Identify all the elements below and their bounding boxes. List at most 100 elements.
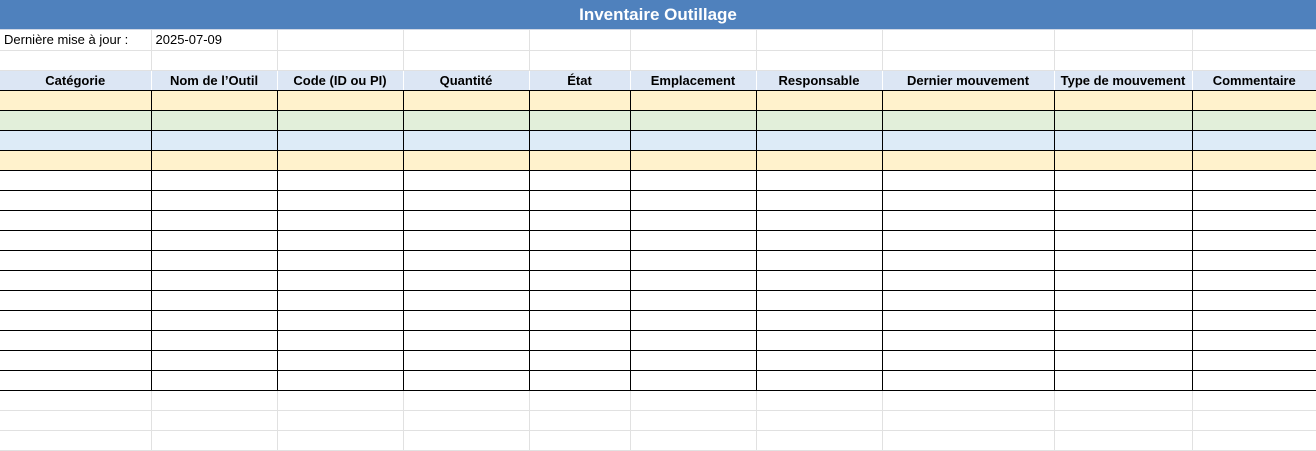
cell[interactable] <box>630 350 757 371</box>
cell[interactable] <box>151 410 278 431</box>
cell[interactable] <box>1054 250 1193 271</box>
column-header-commentaire[interactable]: Commentaire <box>1192 70 1316 91</box>
cell[interactable] <box>529 310 631 331</box>
cell[interactable] <box>756 350 883 371</box>
cell[interactable] <box>882 390 1055 411</box>
cell[interactable] <box>403 390 530 411</box>
cell[interactable] <box>630 430 757 451</box>
cell[interactable] <box>1054 410 1193 431</box>
cell[interactable] <box>0 330 152 351</box>
cell[interactable] <box>630 150 757 171</box>
cell[interactable] <box>403 210 530 231</box>
column-header-dernier-mouvement[interactable]: Dernier mouvement <box>882 70 1055 91</box>
column-header-code[interactable]: Code (ID ou PI) <box>277 70 404 91</box>
cell[interactable] <box>630 190 757 211</box>
cell[interactable] <box>277 230 404 251</box>
cell[interactable] <box>882 270 1055 291</box>
cell[interactable] <box>403 170 530 191</box>
cell[interactable] <box>277 190 404 211</box>
cell[interactable] <box>403 30 530 51</box>
cell[interactable] <box>882 410 1055 431</box>
cell[interactable] <box>529 230 631 251</box>
cell[interactable] <box>277 370 404 391</box>
cell[interactable] <box>0 250 152 271</box>
cell[interactable] <box>403 430 530 451</box>
cell[interactable] <box>403 190 530 211</box>
cell[interactable] <box>756 390 883 411</box>
cell[interactable] <box>277 250 404 271</box>
cell[interactable] <box>1054 290 1193 311</box>
cell[interactable] <box>277 90 404 111</box>
cell[interactable] <box>403 90 530 111</box>
cell[interactable] <box>277 30 404 51</box>
cell[interactable] <box>277 430 404 451</box>
cell[interactable] <box>756 210 883 231</box>
cell[interactable] <box>630 50 757 71</box>
cell[interactable] <box>0 410 152 431</box>
cell[interactable] <box>882 370 1055 391</box>
cell[interactable] <box>151 370 278 391</box>
cell[interactable] <box>756 110 883 131</box>
cell[interactable] <box>0 430 152 451</box>
cell[interactable] <box>277 130 404 151</box>
cell[interactable] <box>403 150 530 171</box>
cell[interactable] <box>1054 330 1193 351</box>
cell[interactable] <box>403 290 530 311</box>
cell[interactable] <box>277 350 404 371</box>
cell[interactable] <box>630 210 757 231</box>
cell[interactable] <box>0 190 152 211</box>
cell[interactable] <box>756 170 883 191</box>
cell[interactable] <box>277 170 404 191</box>
cell[interactable] <box>630 110 757 131</box>
cell[interactable] <box>151 250 278 271</box>
cell[interactable] <box>1054 190 1193 211</box>
cell[interactable] <box>151 330 278 351</box>
cell[interactable] <box>151 50 278 71</box>
column-header-type-mouvement[interactable]: Type de mouvement <box>1054 70 1193 91</box>
cell[interactable] <box>756 330 883 351</box>
cell[interactable] <box>630 290 757 311</box>
cell[interactable] <box>630 330 757 351</box>
cell[interactable] <box>0 390 152 411</box>
column-header-nom-outil[interactable]: Nom de l’Outil <box>151 70 278 91</box>
last-update-value[interactable]: 2025-07-09 <box>151 30 278 51</box>
cell[interactable] <box>151 270 278 291</box>
cell[interactable] <box>1054 50 1193 71</box>
cell[interactable] <box>1192 150 1316 171</box>
cell[interactable] <box>1192 90 1316 111</box>
cell[interactable] <box>277 410 404 431</box>
cell[interactable] <box>0 170 152 191</box>
cell[interactable] <box>151 90 278 111</box>
cell[interactable] <box>1192 190 1316 211</box>
cell[interactable] <box>277 310 404 331</box>
cell[interactable] <box>1192 210 1316 231</box>
cell[interactable] <box>1054 150 1193 171</box>
cell[interactable] <box>756 230 883 251</box>
cell[interactable] <box>403 50 530 71</box>
cell[interactable] <box>151 110 278 131</box>
cell[interactable] <box>529 90 631 111</box>
cell[interactable] <box>1192 110 1316 131</box>
cell[interactable] <box>1192 250 1316 271</box>
cell[interactable] <box>1054 350 1193 371</box>
cell[interactable] <box>403 270 530 291</box>
cell[interactable] <box>1192 170 1316 191</box>
cell[interactable] <box>1054 310 1193 331</box>
cell[interactable] <box>1054 30 1193 51</box>
cell[interactable] <box>0 50 152 71</box>
cell[interactable] <box>0 350 152 371</box>
cell[interactable] <box>151 230 278 251</box>
cell[interactable] <box>882 190 1055 211</box>
column-header-quantite[interactable]: Quantité <box>403 70 530 91</box>
cell[interactable] <box>0 270 152 291</box>
cell[interactable] <box>882 290 1055 311</box>
cell[interactable] <box>1192 130 1316 151</box>
cell[interactable] <box>882 210 1055 231</box>
cell[interactable] <box>882 430 1055 451</box>
cell[interactable] <box>0 230 152 251</box>
cell[interactable] <box>630 30 757 51</box>
cell[interactable] <box>529 370 631 391</box>
cell[interactable] <box>882 50 1055 71</box>
cell[interactable] <box>756 130 883 151</box>
cell[interactable] <box>529 410 631 431</box>
